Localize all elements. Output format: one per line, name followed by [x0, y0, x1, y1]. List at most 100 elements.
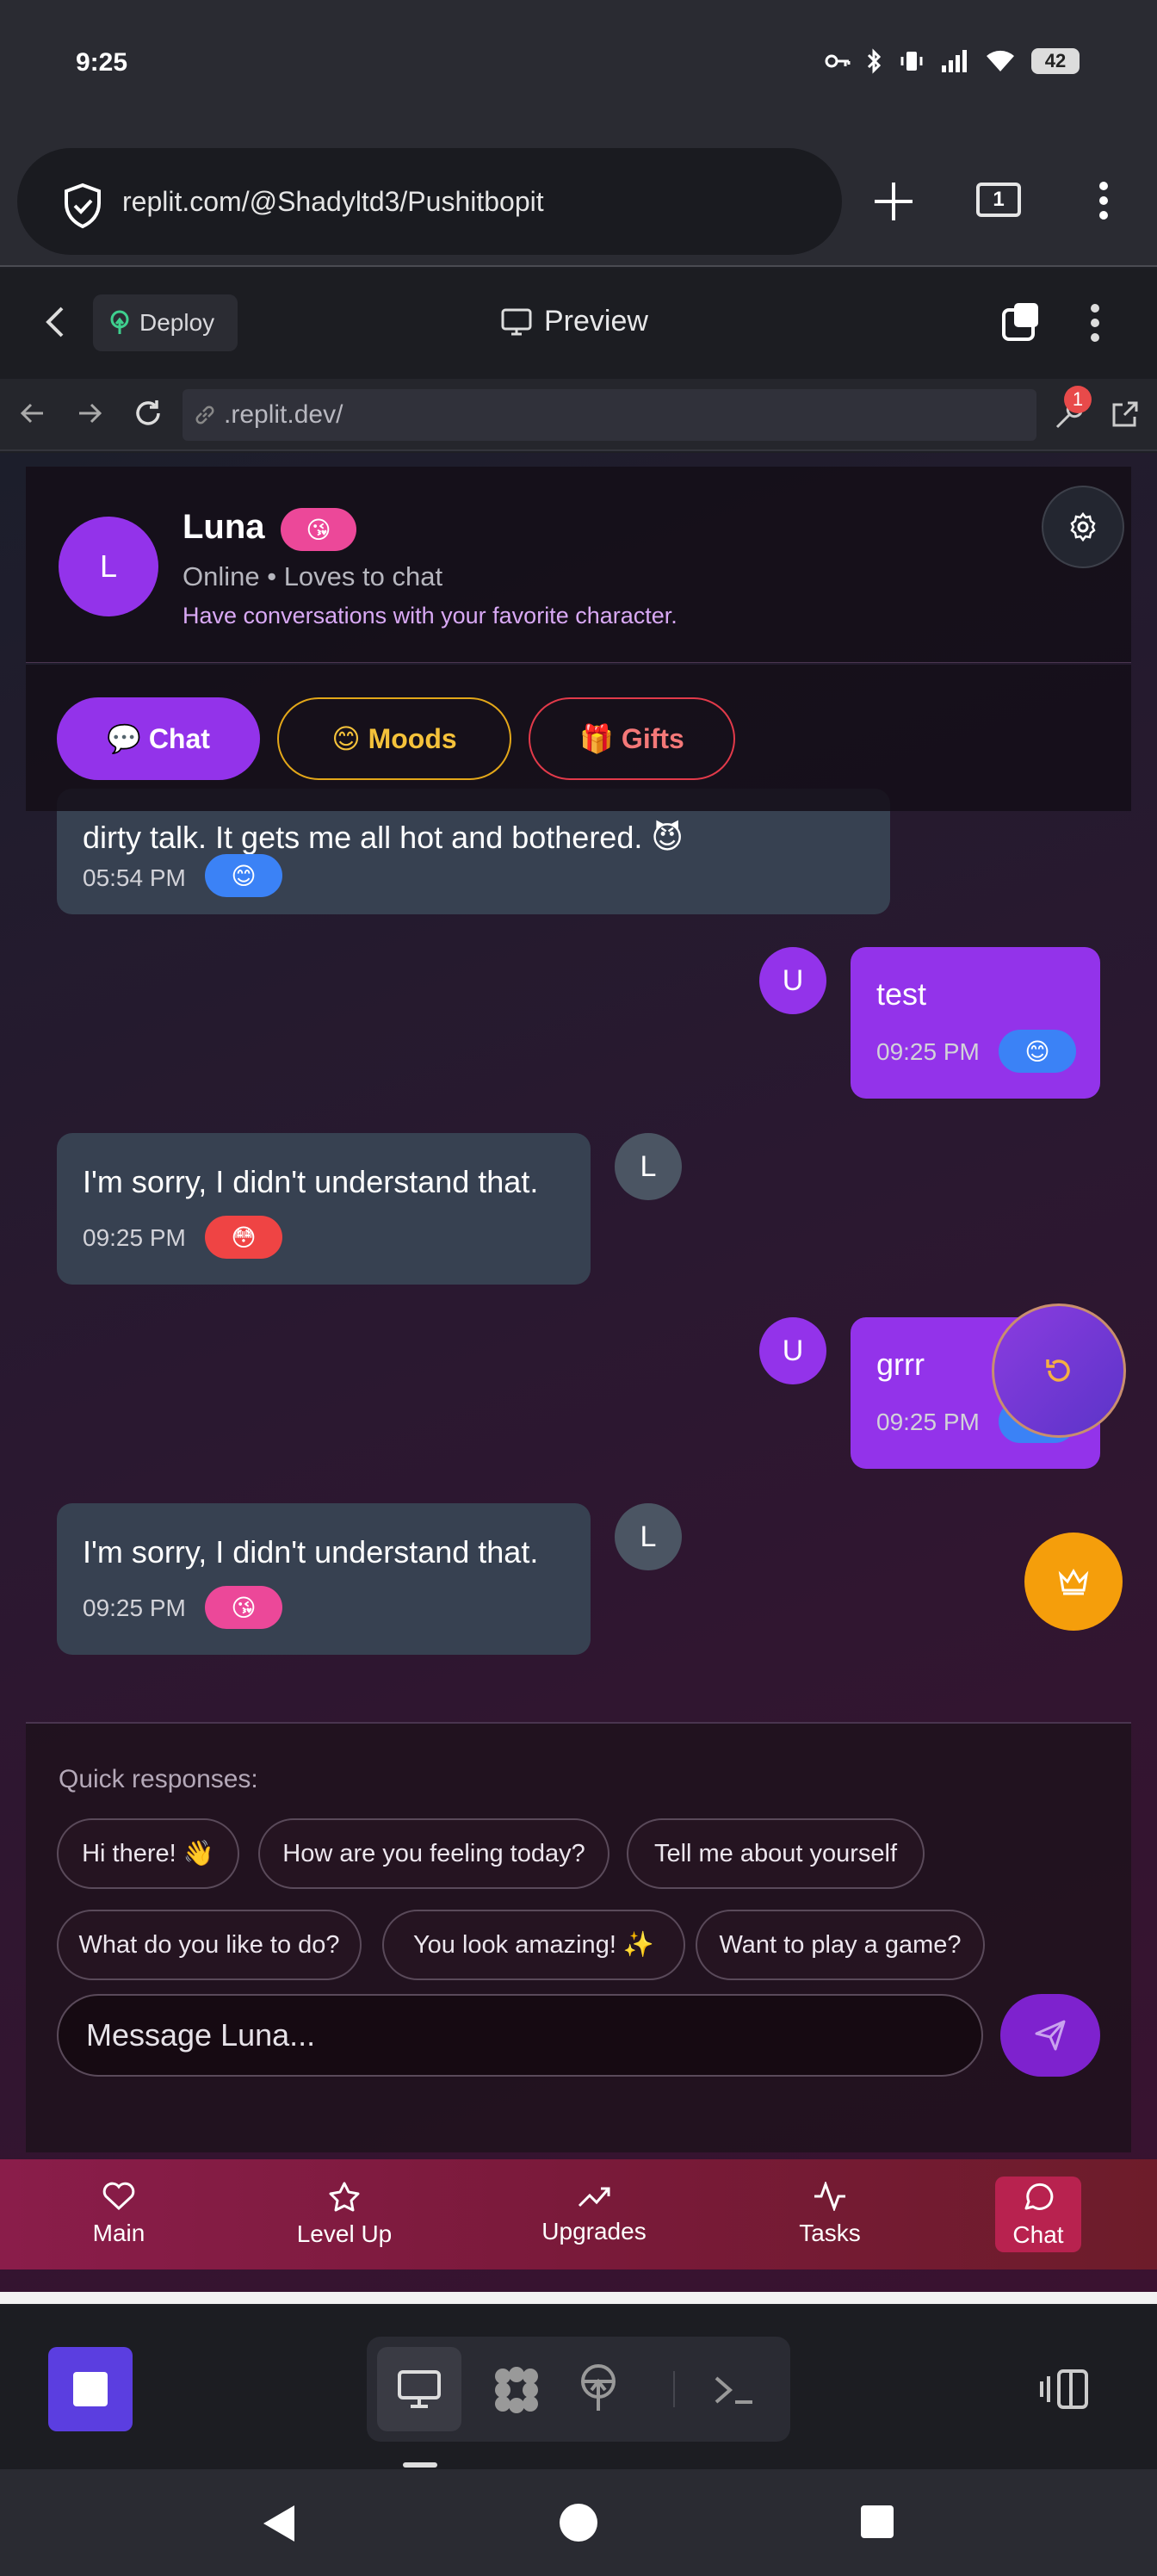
- message-time: 09:25 PM: [876, 1409, 980, 1435]
- deploy-icon: [110, 310, 129, 334]
- nav-label: Chat: [1012, 2221, 1064, 2248]
- avatar-luna-small: L: [615, 1133, 682, 1200]
- message-text: I'm sorry, I didn't understand that.: [83, 1164, 539, 1199]
- message-user: test 09:25 PM 😊: [851, 947, 1100, 1099]
- nav-label: Main: [92, 2220, 145, 2246]
- mood-chip: 😊: [205, 854, 282, 897]
- new-window-icon[interactable]: [1000, 301, 1042, 343]
- more-vertical-icon[interactable]: [1090, 303, 1100, 343]
- devtools-badge: 1: [1064, 386, 1092, 413]
- send-button[interactable]: [1000, 1994, 1100, 2077]
- preview-mode-button[interactable]: [377, 2347, 461, 2431]
- preview-address-field[interactable]: .replit.dev/: [183, 389, 1036, 441]
- more-vertical-icon[interactable]: [1098, 181, 1109, 220]
- workspace-mode-switcher: [367, 2337, 790, 2442]
- trending-up-icon: [578, 2187, 610, 2208]
- quick-response-chip[interactable]: Tell me about yourself: [627, 1818, 925, 1889]
- arrow-right-icon[interactable]: [76, 399, 103, 427]
- message-text: test: [876, 976, 927, 1012]
- message-time: 05:54 PM: [83, 864, 186, 891]
- message-circle-icon: [1024, 2183, 1054, 2210]
- avatar-luna-small: L: [615, 1503, 682, 1570]
- quick-response-chip[interactable]: What do you like to do?: [57, 1910, 362, 1980]
- preview-title: Preview: [501, 305, 648, 338]
- message-luna: I'm sorry, I didn't understand that. 09:…: [57, 1133, 591, 1285]
- quick-responses-panel: Quick responses: Hi there! 👋 How are you…: [26, 1722, 1131, 2152]
- deploy-label: Deploy: [139, 309, 215, 336]
- nav-label: Level Up: [296, 2220, 393, 2247]
- app-bottom-nav: Main Level Up Upgrades Tasks Chat: [0, 2159, 1157, 2269]
- message-input[interactable]: [57, 1994, 983, 2077]
- nav-upgrades[interactable]: Upgrades: [520, 2159, 668, 2269]
- character-header: L Luna 😘 Online • Loves to chat Have con…: [26, 467, 1131, 663]
- status-bar: 9:25 42: [0, 0, 1157, 138]
- chevron-left-icon[interactable]: [43, 305, 67, 339]
- status-icons: 42: [825, 48, 1080, 74]
- avatar-user: U: [759, 1317, 826, 1384]
- reset-chat-button[interactable]: [992, 1303, 1126, 1438]
- mode-divider: [673, 2371, 675, 2407]
- plus-icon[interactable]: [871, 179, 916, 224]
- tab-chat[interactable]: 💬 Chat: [57, 697, 260, 780]
- rotate-ccw-icon: [1046, 1359, 1070, 1382]
- quick-response-chip[interactable]: How are you feeling today?: [258, 1818, 609, 1889]
- star-icon: [329, 2182, 360, 2212]
- home-button[interactable]: [560, 2504, 597, 2542]
- deploy-button[interactable]: Deploy: [93, 294, 238, 351]
- settings-button[interactable]: [1042, 486, 1124, 568]
- nav-label: Tasks: [799, 2220, 861, 2246]
- nav-main[interactable]: Main: [67, 2159, 170, 2269]
- refresh-icon[interactable]: [133, 398, 164, 429]
- url-bar[interactable]: replit.com/@Shadyltd3/Pushitbopit: [17, 148, 842, 255]
- character-description: Have conversations with your favorite ch…: [183, 603, 677, 629]
- back-triangle-icon[interactable]: [262, 2504, 296, 2543]
- quick-response-chip[interactable]: Want to play a game?: [696, 1910, 985, 1980]
- quick-response-chip[interactable]: Hi there! 👋: [57, 1818, 239, 1889]
- wifi-icon: [987, 50, 1014, 71]
- preview-nav-bar: .replit.dev/: [0, 379, 1157, 451]
- message-time: 09:25 PM: [83, 1595, 186, 1621]
- browser-toolbar: replit.com/@Shadyltd3/Pushitbopit 1: [0, 138, 1157, 267]
- tab-moods[interactable]: 😊 Moods: [277, 697, 511, 780]
- recents-button[interactable]: [861, 2505, 894, 2538]
- replit-toolbar: Deploy Preview: [0, 269, 1157, 379]
- app-viewport: dirty talk. It gets me all hot and bothe…: [0, 453, 1157, 2295]
- status-time: 9:25: [76, 48, 128, 77]
- avatar[interactable]: L: [59, 517, 158, 616]
- signal-icon: [942, 50, 967, 72]
- battery-indicator: 42: [1031, 48, 1080, 74]
- stop-button[interactable]: [48, 2347, 133, 2431]
- mood-chip: 😊: [999, 1030, 1076, 1073]
- tab-gifts[interactable]: 🎁 Gifts: [529, 697, 735, 780]
- external-link-icon[interactable]: [1111, 399, 1140, 429]
- sidebar-toggle-icon[interactable]: [1040, 2368, 1090, 2411]
- tab-switcher-button[interactable]: 1: [976, 183, 1021, 217]
- stop-icon: [73, 2372, 108, 2406]
- premium-button[interactable]: [1024, 1533, 1123, 1631]
- mood-badge: 😘: [281, 508, 356, 551]
- preview-label: Preview: [544, 305, 648, 337]
- shield-check-icon[interactable]: [62, 183, 103, 229]
- character-status: Online • Loves to chat: [183, 561, 443, 591]
- nav-chat[interactable]: Chat: [995, 2159, 1081, 2269]
- arrow-left-icon[interactable]: [19, 399, 46, 427]
- viewport-divider: [0, 2292, 1157, 2304]
- agent-icon[interactable]: [491, 2364, 542, 2416]
- vibrate-icon: [900, 52, 923, 71]
- active-mode-indicator: [403, 2462, 437, 2468]
- mood-chip: 😘: [205, 1586, 282, 1629]
- deploy-icon[interactable]: [577, 2362, 620, 2414]
- replit-bottom-toolbar: [0, 2306, 1157, 2469]
- url-text[interactable]: replit.com/@Shadyltd3/Pushitbopit: [122, 186, 544, 218]
- terminal-icon[interactable]: [713, 2373, 756, 2407]
- quick-response-chip[interactable]: You look amazing! ✨: [382, 1910, 685, 1980]
- message-text: I'm sorry, I didn't understand that.: [83, 1534, 539, 1570]
- monitor-icon: [398, 2370, 441, 2408]
- gear-icon: [1070, 511, 1096, 542]
- nav-tasks[interactable]: Tasks: [778, 2159, 882, 2269]
- message-luna: I'm sorry, I didn't understand that. 09:…: [57, 1503, 591, 1655]
- nav-level-up[interactable]: Level Up: [275, 2159, 413, 2269]
- bluetooth-icon: [867, 48, 882, 74]
- address-text: .replit.dev/: [224, 400, 343, 429]
- heart-icon: [102, 2182, 135, 2211]
